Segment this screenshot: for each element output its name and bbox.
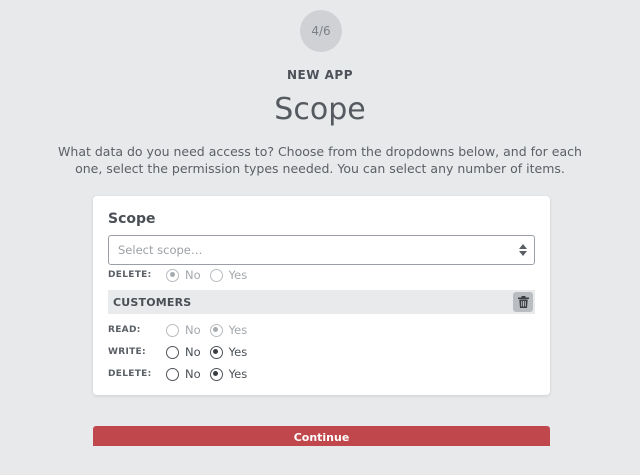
radio-yes[interactable]	[209, 323, 223, 337]
perm-label: WRITE:	[108, 347, 146, 357]
radio-yes[interactable]	[209, 268, 223, 282]
radio-no[interactable]	[166, 268, 179, 282]
radio-no-option[interactable]: No	[166, 345, 201, 359]
radio-yes-option[interactable]: Yes	[209, 323, 248, 337]
scope-select-placeholder: Select scope…	[118, 243, 203, 257]
radio-yes-label: Yes	[228, 367, 248, 381]
perm-label: DELETE:	[108, 369, 152, 379]
scope-select[interactable]: Select scope…	[108, 235, 535, 265]
step-indicator: 4/6	[300, 10, 342, 52]
radio-no[interactable]	[166, 323, 179, 337]
perm-row-read: READ: No Yes	[108, 322, 256, 338]
radio-no-label: No	[185, 367, 201, 381]
radio-no-label: No	[185, 268, 201, 282]
radio-no[interactable]	[166, 367, 179, 381]
radio-no-label: No	[185, 323, 201, 337]
radio-yes-option[interactable]: Yes	[209, 268, 248, 282]
perm-row-delete: DELETE: No Yes	[108, 366, 256, 382]
scope-group-header: CUSTOMERS	[108, 290, 535, 314]
perm-label: DELETE:	[108, 270, 152, 280]
radio-yes[interactable]	[209, 367, 223, 381]
radio-yes-label: Yes	[228, 268, 248, 282]
radio-yes-label: Yes	[228, 323, 248, 337]
radio-yes-option[interactable]: Yes	[209, 345, 248, 359]
perm-row-write: WRITE: No Yes	[108, 344, 256, 360]
radio-no-label: No	[185, 345, 201, 359]
radio-yes-label: Yes	[228, 345, 248, 359]
page-title: Scope	[274, 92, 366, 127]
wizard-eyebrow: NEW APP	[286, 68, 354, 82]
delete-scope-button[interactable]	[513, 292, 533, 312]
scope-group-name: CUSTOMERS	[113, 295, 192, 309]
scope-card: Scope Select scope… DELETE: No Yes CUSTO…	[93, 196, 550, 395]
page-intro: What data do you need access to? Choose …	[58, 144, 582, 176]
trash-icon	[517, 296, 529, 308]
radio-no-option[interactable]: No	[166, 268, 201, 282]
continue-button[interactable]: Continue	[93, 426, 550, 446]
perm-row-prev-delete: DELETE: No Yes	[108, 267, 256, 283]
radio-no-option[interactable]: No	[166, 367, 201, 381]
card-title: Scope	[108, 211, 156, 227]
radio-no-option[interactable]: No	[166, 323, 201, 337]
radio-yes[interactable]	[209, 345, 223, 359]
radio-no[interactable]	[166, 345, 179, 359]
radio-yes-option[interactable]: Yes	[209, 367, 248, 381]
select-arrows-icon	[519, 244, 527, 256]
perm-label: READ:	[108, 325, 141, 335]
